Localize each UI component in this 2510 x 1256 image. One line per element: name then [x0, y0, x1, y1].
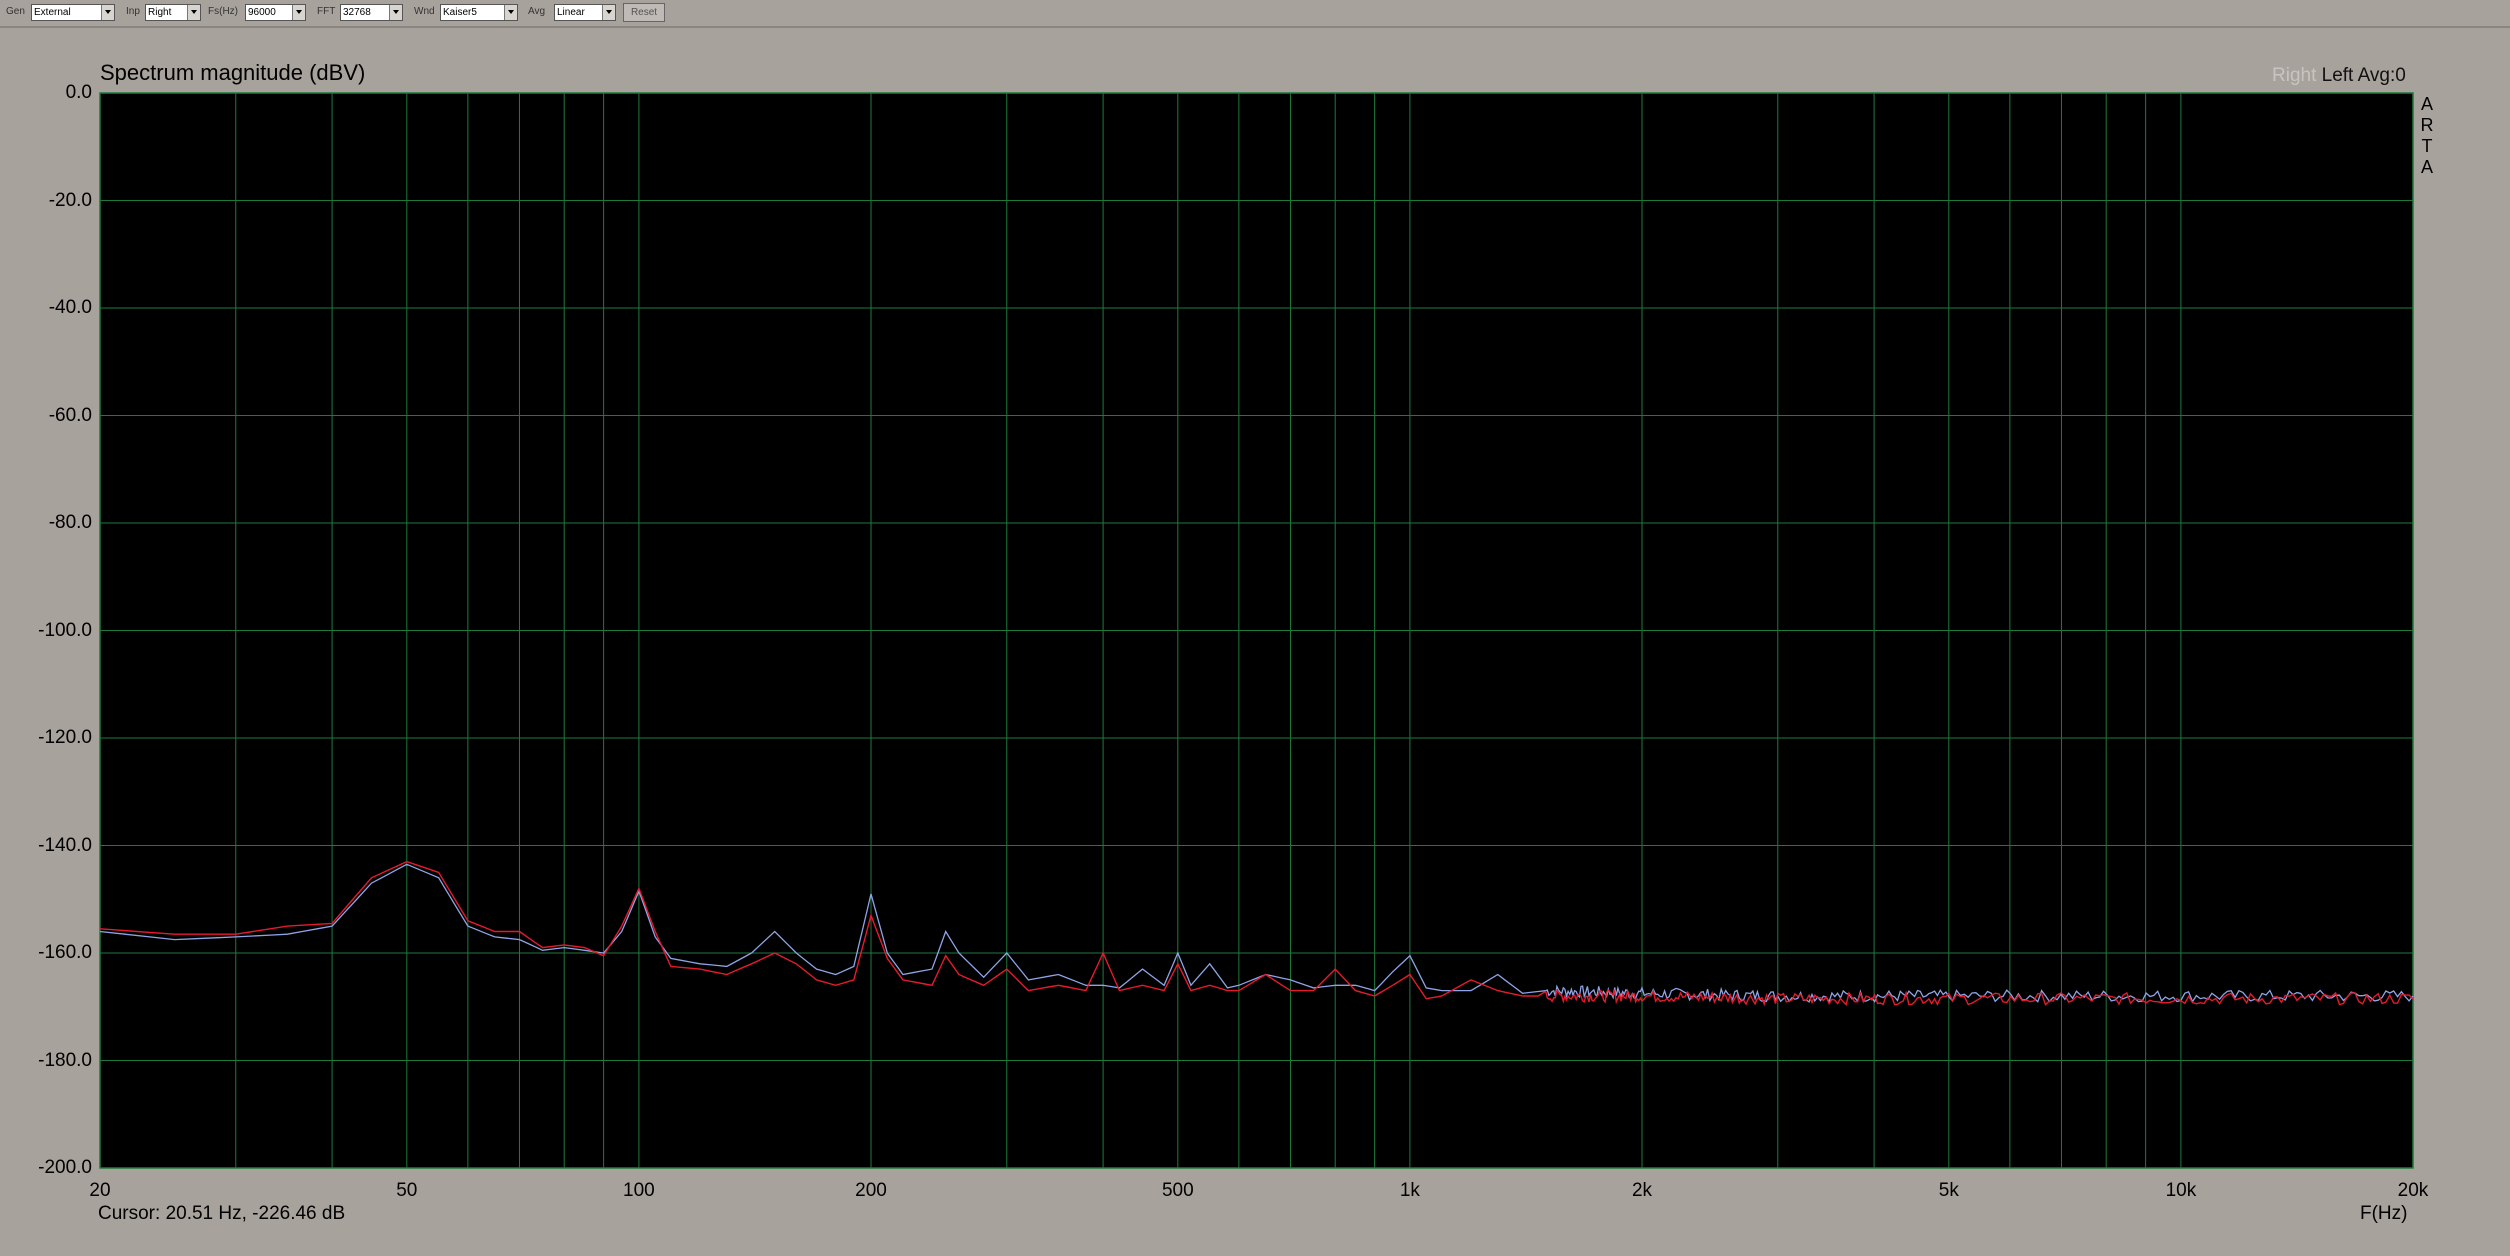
arta-letter: R	[2420, 115, 2434, 135]
spectrum-chart[interactable]	[0, 0, 2510, 1255]
channel-left-label: Left	[2321, 65, 2354, 86]
x-tick-label: 100	[623, 1180, 655, 1201]
y-tick-label: -200.0	[38, 1157, 92, 1178]
channel-right-label: Right	[2272, 65, 2317, 86]
x-tick-label: 20k	[2397, 1180, 2429, 1201]
channel-info: Right Left Avg:0	[2272, 65, 2406, 87]
arta-letter: A	[2420, 157, 2433, 177]
arta-vertical-label: A R T A	[2420, 94, 2434, 178]
arta-letter: A	[2420, 94, 2433, 114]
x-tick-label: 10k	[2165, 1180, 2197, 1201]
x-tick-label: 20	[89, 1180, 111, 1201]
avg-count-label: Avg:	[2357, 65, 2396, 86]
plot-title: Spectrum magnitude (dBV)	[100, 60, 366, 85]
y-tick-label: -120.0	[38, 727, 92, 748]
x-tick-label: 200	[855, 1180, 887, 1201]
cursor-readout: Cursor: 20.51 Hz, -226.46 dB	[98, 1203, 346, 1224]
y-tick-label: -180.0	[38, 1049, 92, 1071]
y-tick-label: -160.0	[38, 942, 92, 963]
y-tick-label: -140.0	[38, 834, 92, 856]
arta-letter: T	[2421, 136, 2433, 156]
avg-count-value: 0	[2395, 65, 2406, 86]
y-tick-label: -100.0	[38, 619, 92, 641]
y-tick-label: 0.0	[65, 82, 92, 103]
x-tick-label: 1k	[1399, 1180, 1420, 1201]
x-tick-label: 5k	[1938, 1180, 1959, 1201]
x-tick-label: 500	[1161, 1180, 1194, 1201]
x-axis-label: F(Hz)	[2360, 1203, 2408, 1224]
x-tick-label: 2k	[1631, 1180, 1653, 1201]
y-tick-label: -80.0	[48, 512, 92, 533]
x-tick-label: 50	[396, 1180, 418, 1201]
y-tick-label: -60.0	[48, 404, 92, 426]
y-tick-label: -20.0	[48, 189, 92, 211]
y-tick-label: -40.0	[48, 297, 92, 318]
